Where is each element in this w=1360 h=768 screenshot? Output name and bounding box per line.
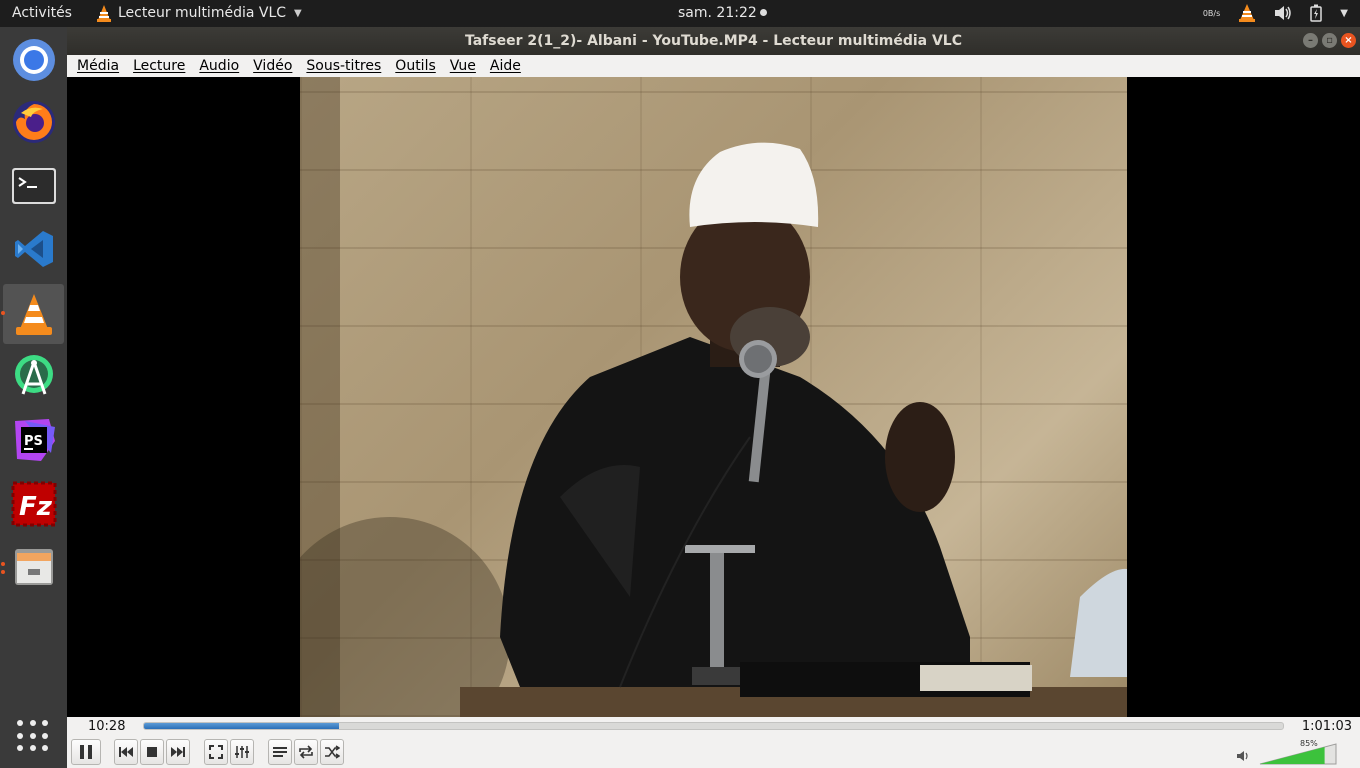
vlc-tray-icon [97,5,111,22]
window-titlebar[interactable]: Tafseer 2(1_2)- Albani - YouTube.MP4 - L… [67,27,1360,55]
vlc-icon [15,294,52,335]
seek-slider[interactable] [143,722,1284,730]
next-button[interactable] [166,739,190,765]
maximize-button[interactable]: ▫ [1322,33,1337,48]
net-speed: 0B/s [1202,8,1221,18]
equalizer-icon [235,746,249,758]
app-menu-label: Lecteur multimédia VLC [118,5,287,21]
volume-control[interactable]: 85% [1237,739,1348,766]
menu-bar: Média Lecture Audio Vidéo Sous-titres Ou… [67,55,1360,77]
dock: PS Fz [0,27,67,768]
notification-dot [759,9,767,16]
clock-label: sam. 21:22 [678,5,757,21]
close-button[interactable]: × [1341,33,1356,48]
menu-playback[interactable]: Lecture [133,58,185,74]
vlc-icon[interactable] [1238,3,1256,23]
video-scene [300,77,1127,717]
playlist-button[interactable] [268,739,292,765]
menu-tools[interactable]: Outils [395,58,435,74]
window-controls: – ▫ × [1303,33,1356,48]
fullscreen-button[interactable] [204,739,228,765]
window-title: Tafseer 2(1_2)- Albani - YouTube.MP4 - L… [464,33,962,49]
control-bar: 85% [67,737,1360,768]
next-icon [171,747,185,757]
dock-item-android-studio[interactable] [3,347,64,407]
extended-settings-button[interactable] [230,739,254,765]
menu-video[interactable]: Vidéo [253,58,292,74]
files-icon [14,549,53,585]
app-menu[interactable]: Lecteur multimédia VLC ▼ [96,4,302,22]
menu-view[interactable]: Vue [450,58,476,74]
dock-item-vscode[interactable] [3,219,64,279]
system-menu-caret-icon[interactable]: ▼ [1340,8,1348,19]
chromium-icon [12,39,55,81]
android-studio-icon [14,355,53,395]
previous-icon [119,747,133,757]
random-button[interactable] [320,739,344,765]
dock-item-vlc[interactable] [3,284,64,344]
playlist-icon [273,747,287,757]
speaker-icon[interactable] [1236,750,1250,762]
dock-item-files[interactable] [3,537,64,597]
svg-text:PS: PS [24,434,43,449]
system-tray[interactable]: 0B/s ▼ [1203,3,1348,23]
phpstorm-icon: PS [14,419,55,461]
stop-button[interactable] [140,739,164,765]
menu-help[interactable]: Aide [490,58,521,74]
dock-item-phpstorm[interactable]: PS [3,410,64,470]
dock-item-firefox[interactable] [3,92,64,152]
dock-item-terminal[interactable] [3,156,64,216]
pause-icon [80,745,92,759]
filezilla-icon: Fz [11,481,56,527]
chevron-down-icon: ▼ [294,7,302,19]
elapsed-time: 10:28 [88,719,126,734]
total-time[interactable]: 1:01:03 [1302,719,1352,734]
top-bar: Activités Lecteur multimédia VLC ▼ sam. … [0,0,1360,27]
battery-icon[interactable] [1310,4,1323,22]
dock-item-chromium[interactable] [3,30,64,90]
menu-media[interactable]: Média [77,58,119,74]
video-area[interactable] [67,77,1360,717]
volume-slider[interactable] [1258,740,1338,766]
minimize-button[interactable]: – [1303,33,1318,48]
vscode-icon [14,231,53,267]
shuffle-icon [325,745,340,759]
stop-icon [147,747,157,757]
loop-icon [299,745,313,759]
running-indicator [1,311,5,315]
fullscreen-icon [209,745,223,759]
vlc-window: Tafseer 2(1_2)- Albani - YouTube.MP4 - L… [67,27,1360,768]
activities-button[interactable]: Activités [12,5,72,21]
show-applications-icon[interactable] [17,720,49,752]
terminal-icon [11,168,56,204]
seek-row: 10:28 1:01:03 [67,717,1360,737]
firefox-icon [12,101,55,143]
running-indicator [1,562,5,566]
video-frame[interactable] [300,77,1127,717]
clock[interactable]: sam. 21:22 [678,5,767,21]
loop-button[interactable] [294,739,318,765]
menu-audio[interactable]: Audio [199,58,239,74]
seek-progress-fill [144,723,339,729]
menu-subtitles[interactable]: Sous-titres [306,58,381,74]
volume-icon[interactable] [1274,5,1292,21]
pause-button[interactable] [71,739,101,765]
running-indicator [1,570,5,574]
previous-button[interactable] [114,739,138,765]
svg-text:Fz: Fz [19,492,53,522]
dock-item-filezilla[interactable]: Fz [3,474,64,534]
